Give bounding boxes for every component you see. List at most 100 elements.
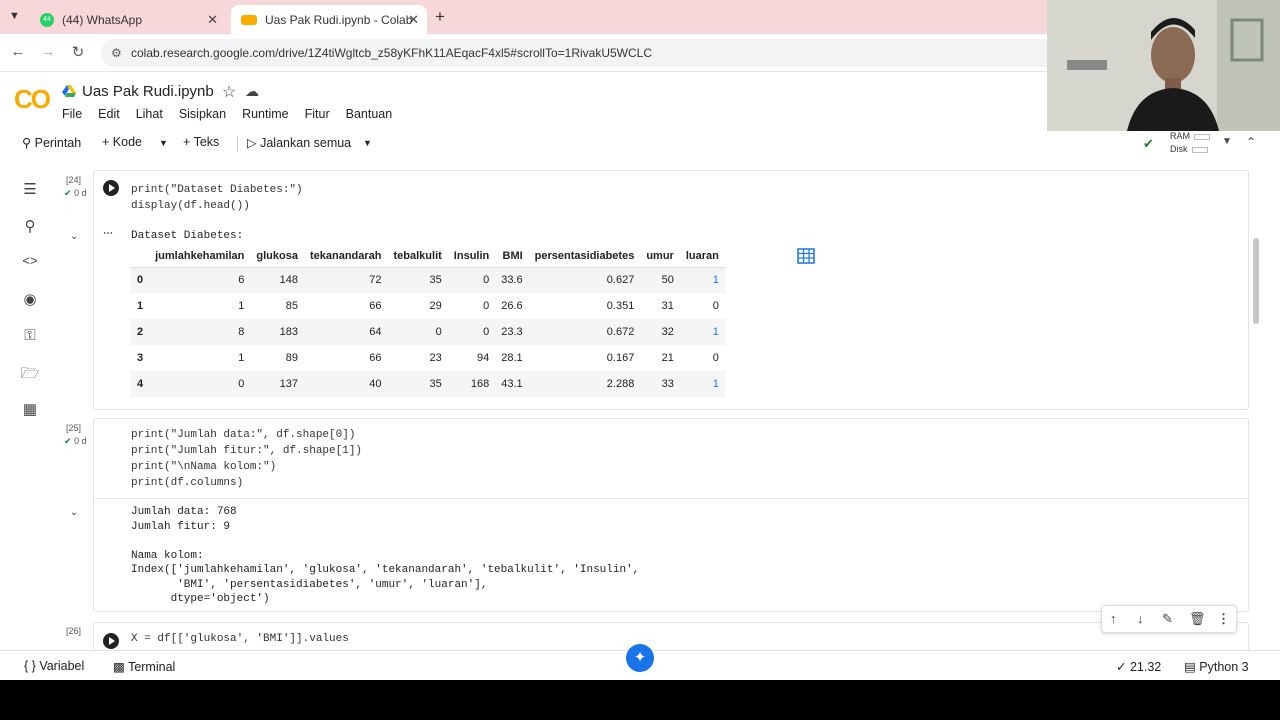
table-cell: 0.351 [606, 300, 635, 312]
table-cell: 29 [429, 300, 442, 312]
colab-logo[interactable]: CO [14, 84, 51, 115]
cloud-sync-icon[interactable]: ☁ [245, 83, 259, 100]
run-all-button[interactable]: ▷ Jalankan semua [247, 135, 351, 150]
menu-help[interactable]: Bantuan [346, 107, 393, 121]
execution-time: ✔ 0 d [64, 188, 87, 198]
scrollbar[interactable] [1253, 238, 1259, 324]
table-cell: 1 [679, 371, 725, 397]
variables-button[interactable]: { } Variabel [24, 659, 84, 673]
close-tab-icon[interactable]: ✕ [207, 12, 218, 28]
menu-view[interactable]: Lihat [136, 107, 163, 121]
plus-icon: + [183, 135, 191, 149]
table-cell: 6 [149, 267, 251, 293]
table-cell: 26.6 [501, 300, 523, 312]
resource-monitor[interactable]: RAM Disk [1170, 130, 1210, 156]
table-cell: 0 [447, 319, 496, 345]
terminal-icon: ▩ [113, 660, 125, 674]
back-icon[interactable]: ← [8, 43, 28, 60]
notebook-title[interactable]: Uas Pak Rudi.ipynb [82, 83, 214, 100]
code-dropdown-icon[interactable]: ▼ [159, 138, 168, 148]
new-tab-icon[interactable]: + [435, 7, 445, 27]
table-cell: 33 [640, 371, 680, 397]
files-folder-icon[interactable]: 🗁 [20, 363, 40, 383]
close-tab-icon[interactable]: ✕ [408, 12, 419, 28]
cell-code[interactable]: X = df[['glukosa', 'BMI']].values [131, 631, 349, 647]
output-menu-icon[interactable]: ⋯ [103, 228, 113, 239]
tab-colab[interactable]: Uas Pak Rudi.ipynb - Colab ✕ [231, 5, 427, 34]
reload-icon[interactable]: ↻ [68, 43, 88, 61]
add-code-button[interactable]: + Kode [102, 135, 142, 149]
tab-whatsapp[interactable]: 44 (44) WhatsApp ✕ [30, 5, 226, 34]
menu-insert[interactable]: Sisipkan [179, 107, 226, 121]
interactive-table-icon[interactable] [797, 248, 815, 264]
secrets-key-icon[interactable]: ⚿ [20, 327, 40, 347]
execution-count: [26] [66, 626, 82, 636]
table-header: luaran [679, 245, 725, 268]
run-cell-button[interactable] [103, 180, 119, 196]
add-text-button[interactable]: + Teks [183, 135, 219, 149]
table-cell: 0.167 [606, 352, 635, 364]
table-cell: 35 [387, 371, 448, 397]
runtime-dropdown-icon[interactable]: ▼ [1222, 136, 1232, 147]
more-options-icon[interactable]: ⋮ [1217, 611, 1230, 627]
table-row: 1 1 85 66 29 0 26.6 0.351 31 0 [131, 293, 725, 319]
table-row: 2 8 183 64 0 0 23.3 0.672 32 1 [131, 319, 725, 345]
execution-count: [24] [66, 175, 82, 185]
execution-status[interactable]: ✓ 21.32 [1116, 659, 1161, 674]
cell-toolbar: ↑ ↓ ✎ 🗑 ⋮ [1101, 605, 1237, 633]
table-cell: 0 [149, 371, 251, 397]
tab-search-chevron-icon[interactable]: ▼ [9, 10, 20, 22]
collapse-output-icon[interactable]: ⌄ [70, 507, 78, 518]
cell-code[interactable]: print("Jumlah data:", df.shape[0]) print… [131, 427, 362, 491]
table-cell: 0 [712, 300, 719, 312]
execution-count: [25] [66, 423, 82, 433]
gemini-sparkle-button[interactable]: ✦ [626, 644, 654, 672]
menu-tools[interactable]: Fitur [305, 107, 330, 121]
row-index: 1 [137, 300, 144, 312]
table-cell: 8 [149, 319, 251, 345]
table-of-contents-icon[interactable]: ☰ [20, 180, 40, 200]
site-info-icon[interactable]: ⚙ [111, 46, 122, 60]
variables-inspector-icon[interactable]: ◉ [20, 290, 40, 310]
move-up-icon[interactable]: ↑ [1110, 611, 1117, 626]
menu-runtime[interactable]: Runtime [242, 107, 289, 121]
table-cell: 85 [285, 300, 298, 312]
menu-edit[interactable]: Edit [98, 107, 120, 121]
table-row: 3 1 89 66 23 94 28.1 0.167 21 0 [131, 345, 725, 371]
menu-bar: File Edit Lihat Sisipkan Runtime Fitur B… [62, 107, 408, 121]
menu-file[interactable]: File [62, 107, 82, 121]
chevron-up-icon[interactable]: ⌃ [1246, 135, 1256, 149]
table-cell: 28.1 [501, 352, 523, 364]
table-cell: 64 [303, 319, 388, 345]
table-cell: 89 [285, 352, 298, 364]
terminal-button[interactable]: ▩ Terminal [113, 659, 175, 674]
collapse-output-icon[interactable]: ⌄ [70, 231, 78, 242]
code-snippets-icon[interactable]: <> [20, 253, 40, 273]
table-cell: 0.672 [528, 319, 641, 345]
table-header: umur [640, 245, 680, 268]
delete-icon[interactable]: 🗑 [1189, 611, 1206, 627]
cell-code[interactable]: print("Dataset Diabetes:") display(df.he… [131, 182, 303, 214]
star-icon[interactable]: ☆ [222, 82, 236, 102]
search-icon: ⚲ [22, 136, 32, 150]
address-bar[interactable]: ⚙ colab.research.google.com/drive/1Z4tiW… [101, 39, 1101, 67]
run-all-dropdown-icon[interactable]: ▼ [363, 138, 372, 148]
forward-icon[interactable]: → [38, 43, 58, 60]
table-cell: 1 [238, 352, 245, 364]
table-cell: 1 [679, 267, 725, 293]
edit-magic-icon[interactable]: ✎ [1162, 611, 1173, 627]
check-icon: ✔ [64, 188, 72, 198]
row-index: 3 [137, 352, 144, 364]
run-cell-button[interactable] [103, 633, 119, 649]
table-cell: 1 [679, 319, 725, 345]
commands-button[interactable]: ⚲ Perintah [22, 135, 81, 150]
move-down-icon[interactable]: ↓ [1137, 611, 1144, 626]
runtime-type[interactable]: ▤ Python 3 [1184, 659, 1249, 674]
table-cell: 66 [369, 352, 382, 364]
execution-time: ✔ 0 d [64, 436, 87, 446]
table-header: Insulin [447, 245, 496, 268]
data-table-icon[interactable]: ▦ [20, 400, 40, 420]
table-header: tekanandarah [303, 245, 388, 268]
output-divider [93, 498, 1249, 499]
find-icon[interactable]: ⚲ [20, 217, 40, 237]
